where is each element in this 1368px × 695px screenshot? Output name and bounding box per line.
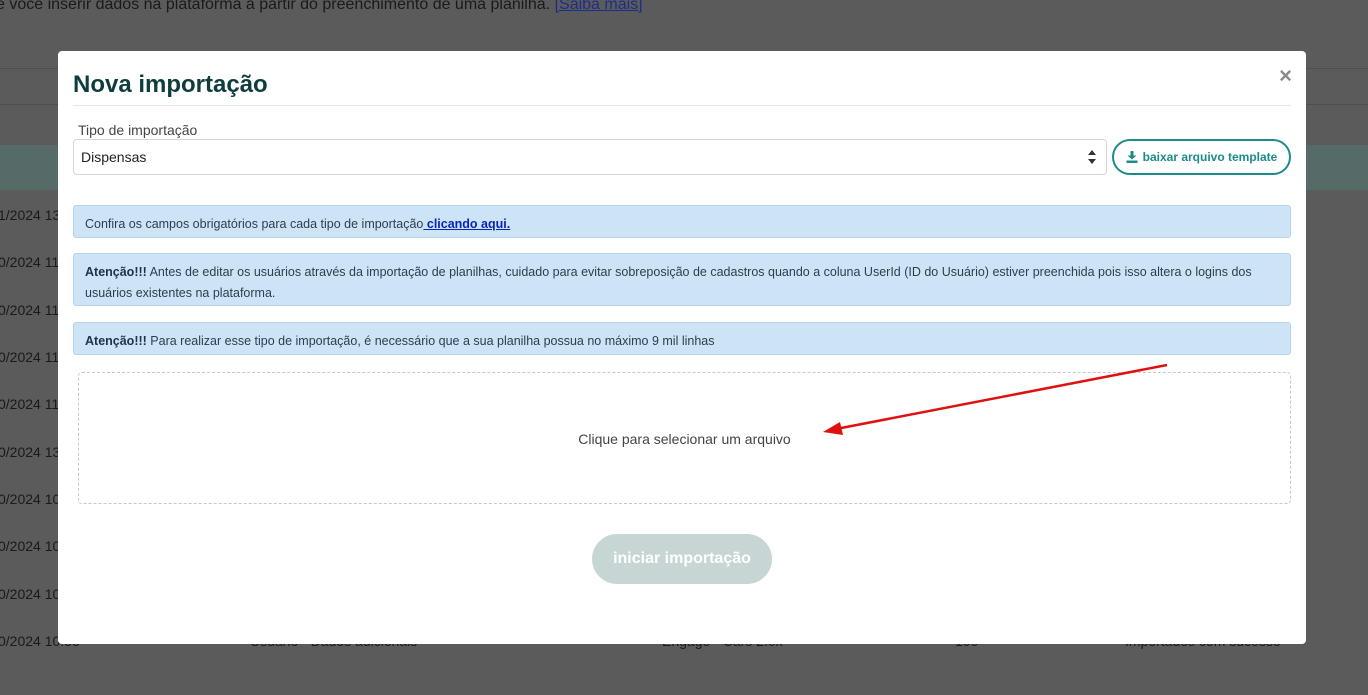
alert-heading: Atenção!!! [85, 334, 147, 348]
sort-arrows-icon [1088, 150, 1096, 164]
required-fields-link[interactable]: clicando aqui. [423, 217, 510, 231]
file-dropzone[interactable]: Clique para selecionar um arquivo [78, 372, 1291, 504]
table-cell-date: 1/2024 13 [0, 207, 61, 223]
table-cell-date: 0/2024 13 [0, 444, 61, 460]
required-fields-alert: Confira os campos obrigatórios para cada… [73, 205, 1291, 238]
table-cell-date: 0/2024 11 [0, 396, 60, 412]
saiba-mais-link[interactable]: [Saiba mais] [555, 0, 643, 13]
download-icon [1126, 151, 1138, 163]
download-template-label: baixar arquivo template [1142, 150, 1278, 164]
dropzone-label: Clique para selecionar um arquivo [578, 431, 791, 447]
table-cell-date: 0/2024 11 [0, 254, 60, 270]
start-import-button[interactable]: iniciar importação [592, 534, 772, 584]
import-type-select[interactable]: Dispensas [73, 139, 1107, 175]
modal-divider [73, 105, 1291, 106]
intro-text: e você inserir dados na plataforma a par… [0, 0, 643, 14]
table-cell-date: 0/2024 10 [0, 538, 61, 554]
table-cell-date: 0/2024 10 [0, 586, 61, 602]
table-cell-date: 0/2024 11 [0, 349, 60, 365]
close-icon[interactable]: × [1279, 65, 1292, 87]
row-limit-alert: Atenção!!! Para realizar esse tipo de im… [73, 322, 1291, 355]
import-type-value: Dispensas [81, 149, 147, 165]
download-template-button[interactable]: baixar arquivo template [1112, 139, 1291, 175]
modal-title: Nova importação [73, 71, 268, 98]
user-overwrite-alert: Atenção!!! Antes de editar os usuários a… [73, 253, 1291, 306]
table-cell-date: 0/2024 11 [0, 302, 60, 318]
import-type-label: Tipo de importação [78, 122, 198, 138]
table-cell-date: 0/2024 10 [0, 491, 61, 507]
alert-heading: Atenção!!! [85, 265, 147, 279]
import-modal: Nova importação × Tipo de importação Dis… [58, 51, 1306, 644]
